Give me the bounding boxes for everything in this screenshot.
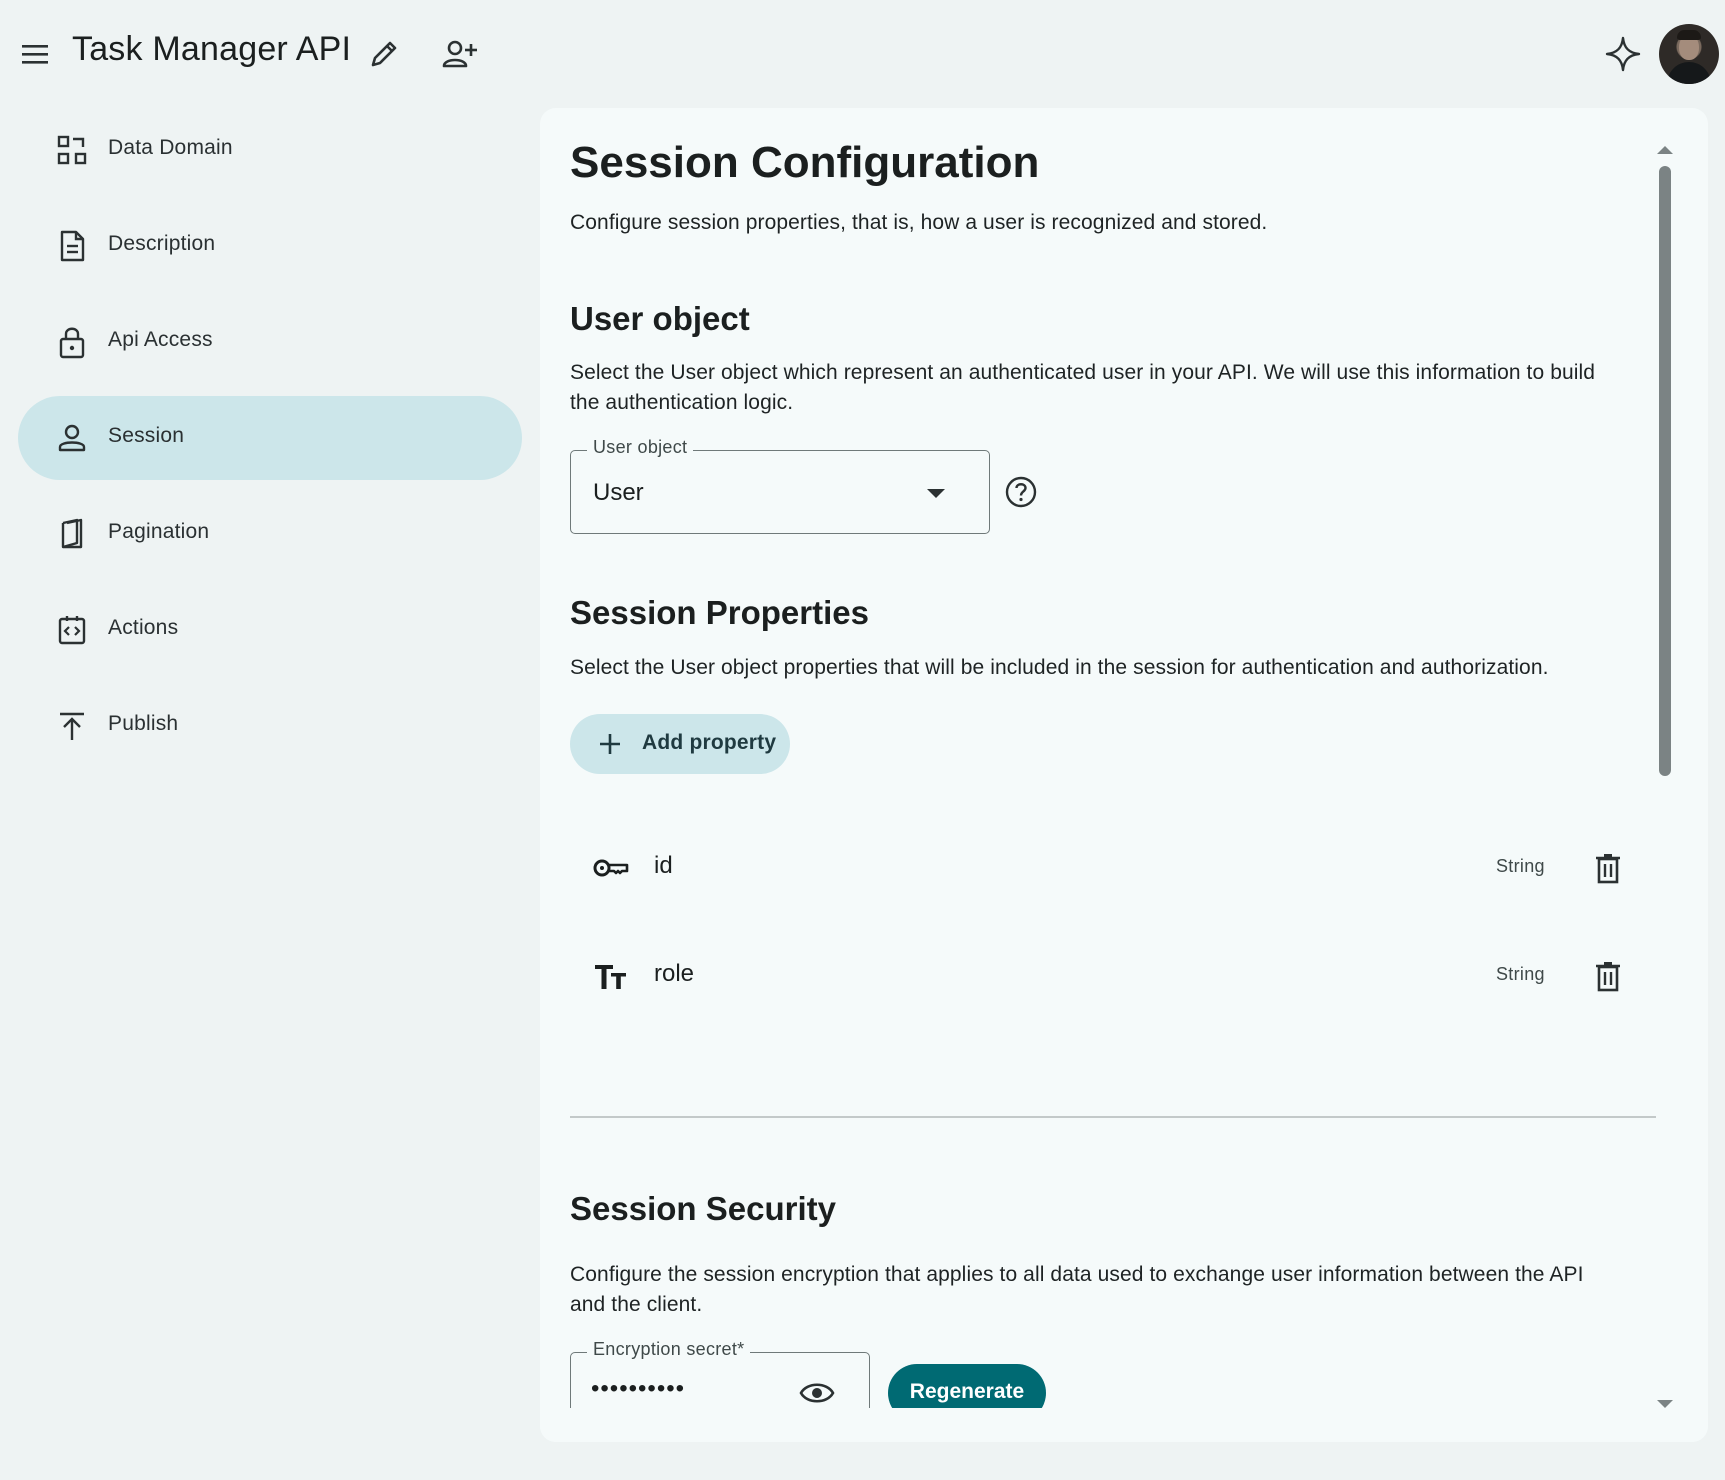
help-icon[interactable] xyxy=(1004,475,1038,509)
sidebar-item-label: Session xyxy=(108,424,185,447)
plus-icon xyxy=(598,732,622,756)
top-app-bar: Task Manager API xyxy=(0,0,1725,108)
sidebar-item-description[interactable]: Description xyxy=(18,204,522,288)
page-title: Session Configuration xyxy=(570,138,1040,187)
person-add-icon[interactable] xyxy=(440,36,480,72)
session-security-description: Configure the session encryption that ap… xyxy=(570,1263,1584,1286)
user-object-field-label: User object xyxy=(587,437,694,458)
user-object-description-cont: the authentication logic. xyxy=(570,391,794,414)
sidebar-item-publish[interactable]: Publish xyxy=(18,684,522,768)
sidebar-item-label: Api Access xyxy=(108,328,213,351)
sidebar-item-api-access[interactable]: Api Access xyxy=(18,300,522,384)
session-properties-description: Select the User object properties that w… xyxy=(570,656,1549,679)
session-properties-heading: Session Properties xyxy=(570,594,869,631)
user-object-select[interactable]: User object User xyxy=(570,437,990,534)
session-config-panel: Session Configuration Configure session … xyxy=(540,108,1708,1442)
property-row: role String xyxy=(570,932,1660,1022)
code-icon xyxy=(54,612,90,648)
panel-bottom-edge xyxy=(540,1408,1708,1442)
sparkle-icon[interactable] xyxy=(1603,34,1643,74)
property-name: id xyxy=(654,852,673,879)
user-avatar[interactable] xyxy=(1659,24,1719,84)
encryption-secret-value: •••••••••• xyxy=(591,1375,686,1402)
scrollbar-thumb[interactable] xyxy=(1659,166,1671,776)
sidebar-item-label: Data Domain xyxy=(108,136,233,159)
book-icon xyxy=(54,516,90,552)
property-row: id String xyxy=(570,824,1660,914)
menu-icon[interactable] xyxy=(18,38,54,70)
pencil-icon[interactable] xyxy=(366,36,402,72)
user-object-heading: User object xyxy=(570,300,750,337)
trash-icon[interactable] xyxy=(1590,958,1626,994)
session-security-heading: Session Security xyxy=(570,1190,836,1227)
session-security-description-cont: and the client. xyxy=(570,1293,703,1316)
lock-icon xyxy=(54,324,90,360)
regenerate-label: Regenerate xyxy=(909,1380,1025,1403)
sidebar-item-session[interactable]: Session xyxy=(18,396,522,480)
property-type: String xyxy=(1496,964,1545,984)
user-object-selected-value: User xyxy=(593,479,644,506)
upload-icon xyxy=(54,708,90,744)
add-property-button[interactable]: Add property xyxy=(570,714,790,774)
dropdown-arrow-icon xyxy=(927,489,945,498)
trash-icon[interactable] xyxy=(1590,850,1626,886)
add-property-label: Add property xyxy=(642,731,777,754)
eye-icon[interactable] xyxy=(799,1379,835,1407)
sidebar-item-actions[interactable]: Actions xyxy=(18,588,522,672)
text-type-icon xyxy=(592,960,630,992)
section-divider xyxy=(570,1116,1656,1118)
document-icon xyxy=(54,228,90,264)
sidebar-item-label: Pagination xyxy=(108,520,210,543)
scroll-down-arrow-icon[interactable] xyxy=(1657,1400,1673,1408)
sidebar-item-data-domain[interactable]: Data Domain xyxy=(18,108,522,192)
property-type: String xyxy=(1496,856,1545,876)
scroll-up-arrow-icon[interactable] xyxy=(1657,146,1673,154)
sidebar-item-pagination[interactable]: Pagination xyxy=(18,492,522,576)
encryption-secret-label: Encryption secret* xyxy=(587,1339,751,1360)
key-icon xyxy=(592,852,630,884)
user-object-description: Select the User object which represent a… xyxy=(570,361,1596,384)
property-name: role xyxy=(654,960,695,987)
page-subtitle: Configure session properties, that is, h… xyxy=(570,211,1268,234)
data-domain-icon xyxy=(54,132,90,168)
sidebar-item-label: Actions xyxy=(108,616,179,639)
person-icon xyxy=(54,420,90,456)
app-title: Task Manager API xyxy=(72,30,352,68)
sidebar-item-label: Description xyxy=(108,232,216,255)
sidebar-item-label: Publish xyxy=(108,712,179,735)
